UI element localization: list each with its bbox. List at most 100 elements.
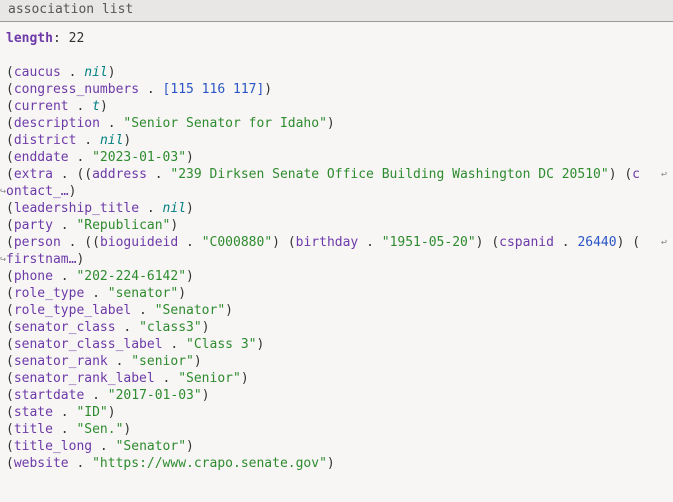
alist-row: (senator_class . "class3"): [6, 319, 667, 336]
open-paren: (: [6, 405, 14, 420]
open-paren: (: [6, 218, 14, 233]
open-paren: (: [6, 82, 14, 97]
alist-row: (state . "ID"): [6, 404, 667, 421]
alist-row: (role_type_label . "Senator"): [6, 302, 667, 319]
alist-value-string: "https://www.crapo.senate.gov": [92, 456, 327, 471]
dot-sep: .: [61, 65, 84, 80]
open-paren: (: [6, 303, 14, 318]
open-paren: (: [6, 167, 14, 182]
alist-value-t: t: [92, 99, 100, 114]
alist-row: (congress_numbers . [115 116 117]): [6, 81, 667, 98]
dot-sep: .: [139, 82, 162, 97]
alist-row: (title_long . "Senator"): [6, 438, 667, 455]
alist-value-string: "senator": [108, 286, 178, 301]
alist-row: (senator_rank_label . "Senior"): [6, 370, 667, 387]
open-paren: (: [6, 371, 14, 386]
dot-sep: .: [69, 99, 92, 114]
close-paren: ): [202, 388, 210, 403]
dot-sep: .: [100, 116, 123, 131]
close-paren: ): [108, 405, 116, 420]
alist-value-string: "2023-01-03": [92, 150, 186, 165]
alist-value-string: "Senator": [155, 303, 225, 318]
alist-row: (enddate . "2023-01-03"): [6, 149, 667, 166]
close-paren: ): [327, 456, 335, 471]
alist-key: caucus: [14, 65, 61, 80]
alist-row: (senator_rank . "senior"): [6, 353, 667, 370]
close-paren: ): [123, 422, 131, 437]
alist-value-string: "Republican": [76, 218, 170, 233]
alist-row: (title . "Sen."): [6, 421, 667, 438]
open-paren: (: [6, 456, 14, 471]
alist-key: senator_class_label: [14, 337, 163, 352]
alist-key: role_type: [14, 286, 84, 301]
dot-sep: .: [53, 218, 76, 233]
dot-sep: .: [131, 303, 154, 318]
length-value: : 22: [53, 31, 84, 46]
alist-row: (senator_class_label . "Class 3"): [6, 336, 667, 353]
alist-value-string: "Senior": [178, 371, 241, 386]
dot-sep: .: [155, 371, 178, 386]
alist-key: phone: [14, 269, 53, 284]
alist-key: senator_rank_label: [14, 371, 155, 386]
open-paren: (: [6, 439, 14, 454]
alist-key: senator_class: [14, 320, 116, 335]
wrap-indicator-icon: ↩: [661, 166, 667, 183]
open-paren: (: [6, 150, 14, 165]
alist-value-string: "senior": [131, 354, 194, 369]
alist-row-continuation: ↪firstnam…): [6, 251, 667, 268]
dot-sep: .: [69, 150, 92, 165]
alist-row: (role_type . "senator"): [6, 285, 667, 302]
dot-sep: .: [53, 422, 76, 437]
alist-row: (description . "Senior Senator for Idaho…: [6, 115, 667, 132]
wrap-indicator-icon: ↪: [0, 183, 6, 200]
alist-row: (phone . "202-224-6142"): [6, 268, 667, 285]
alist-row: (caucus . nil): [6, 64, 667, 81]
alist-value-nil: nil: [84, 65, 107, 80]
alist-value-string: "Senior Senator for Idaho": [123, 116, 327, 131]
open-paren: (: [6, 235, 14, 250]
blank-line: [6, 47, 667, 64]
alist-key: description: [14, 116, 100, 131]
close-paren: ): [256, 337, 264, 352]
alist-row: (extra . ((address . "239 Dirksen Senate…: [6, 166, 667, 183]
dot-sep: .: [76, 133, 99, 148]
open-paren: (: [6, 286, 14, 301]
alist-value-string: "Class 3": [186, 337, 256, 352]
alist-value-numlist: [115 116 117]: [163, 82, 265, 97]
close-paren: ): [186, 201, 194, 216]
alist-value-string: "Sen.": [76, 422, 123, 437]
continuation-text: firstnam…: [6, 252, 76, 267]
length-line: length: 22: [6, 30, 667, 47]
open-paren: (: [6, 201, 14, 216]
dot-sep: .: [84, 286, 107, 301]
alist-row: (website . "https://www.crapo.senate.gov…: [6, 455, 667, 472]
dot-sep: .: [92, 439, 115, 454]
close-paren: ): [170, 218, 178, 233]
dot-sep: .: [116, 320, 139, 335]
alist-row: (district . nil): [6, 132, 667, 149]
close-paren: ): [327, 116, 335, 131]
close-paren: ): [194, 354, 202, 369]
alist-row: (leadership_title . nil): [6, 200, 667, 217]
alist-key: role_type_label: [14, 303, 131, 318]
alist-key: title_long: [14, 439, 92, 454]
dot-sep: .: [53, 405, 76, 420]
alist-row: (person . ((bioguideid . "C000880") (bir…: [6, 234, 667, 251]
open-paren: (: [6, 337, 14, 352]
close-paren: ): [178, 286, 186, 301]
open-paren: (: [6, 422, 14, 437]
alist-row: (party . "Republican"): [6, 217, 667, 234]
close-paren: ): [76, 252, 84, 267]
alist-key: senator_rank: [14, 354, 108, 369]
alist-value-string: "202-224-6142": [76, 269, 186, 284]
close-paren: ): [202, 320, 210, 335]
alist-value-string: "ID": [76, 405, 107, 420]
wrap-indicator-icon: ↩: [661, 234, 667, 251]
header-bar: association list: [0, 0, 673, 22]
close-paren: ): [241, 371, 249, 386]
alist-row: (startdate . "2017-01-03"): [6, 387, 667, 404]
continuation-text: ontact_…: [6, 184, 69, 199]
alist-row: (current . t): [6, 98, 667, 115]
alist-key: leadership_title: [14, 201, 139, 216]
close-paren: ): [69, 184, 77, 199]
